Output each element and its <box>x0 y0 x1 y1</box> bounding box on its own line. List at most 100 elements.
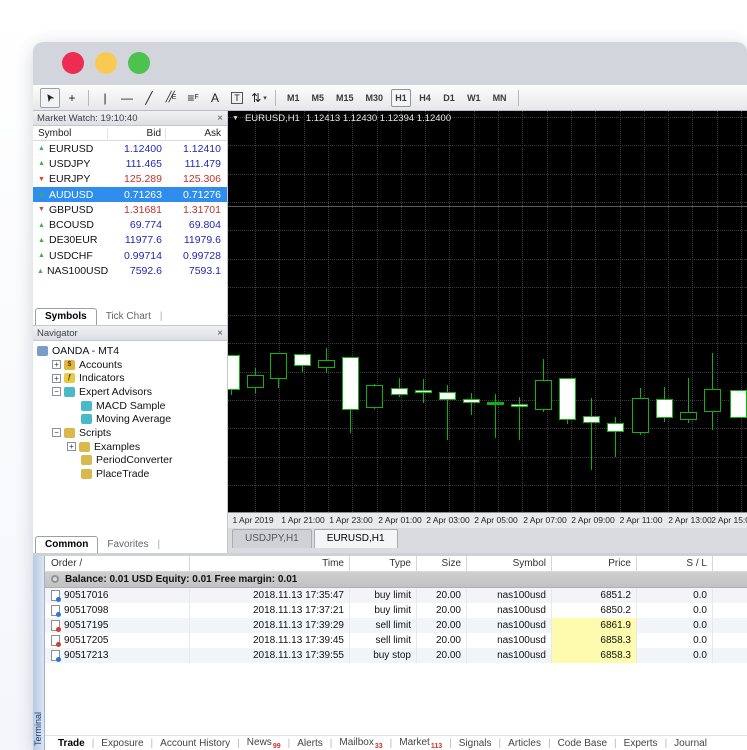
crosshair-tool-button[interactable]: + <box>62 88 82 108</box>
timeframe-w1-button[interactable]: W1 <box>463 89 485 107</box>
timeframe-m5-button[interactable]: M5 <box>308 89 329 107</box>
terminal-side-strip[interactable]: Terminal <box>33 556 45 750</box>
symbol-name: DE30EUR <box>49 234 97 246</box>
navigator-item-expert-advisors[interactable]: −Expert Advisors <box>33 385 227 399</box>
market-watch-row[interactable]: ▼EURJPY125.289125.306 <box>33 172 227 187</box>
chevron-down-icon[interactable]: ▼ <box>232 115 239 122</box>
terminal-tab-mailbox[interactable]: Mailbox33 <box>332 737 389 750</box>
close-window-button[interactable] <box>62 52 84 74</box>
navigator-title: Navigator <box>37 328 78 339</box>
order-row[interactable]: 905172132018.11.13 17:39:55buy stop20.00… <box>45 648 747 663</box>
close-icon[interactable]: × <box>217 328 223 339</box>
close-icon[interactable]: × <box>217 113 223 124</box>
bid-column-header[interactable]: Bid <box>108 128 166 139</box>
grid-line-horizontal <box>228 202 747 203</box>
navigator-item-examples[interactable]: +Examples <box>33 440 227 454</box>
unread-count-badge: 113 <box>431 743 442 750</box>
zoom-window-button[interactable] <box>128 52 150 74</box>
order-row[interactable]: 905171952018.11.13 17:39:29sell limit20.… <box>45 618 747 633</box>
row-spacer <box>713 588 747 603</box>
mt4-window: ➤+|—╱╱╱E≡FAT⇅▾M1M5M15M30H1H4D1W1MN Marke… <box>33 42 747 750</box>
navigator-header[interactable]: Navigator × <box>33 326 227 341</box>
ask-column-header[interactable]: Ask <box>166 128 227 139</box>
expand-icon[interactable]: + <box>52 360 61 369</box>
trendline-tool-button[interactable]: ╱ <box>139 88 159 108</box>
market-watch-header[interactable]: Market Watch: 19:10:40 × <box>33 111 227 126</box>
window-titlebar[interactable] <box>33 42 747 85</box>
expand-icon[interactable]: + <box>52 374 61 383</box>
symbol-column-header[interactable]: Symbol <box>33 128 108 139</box>
order-size: 20.00 <box>417 648 467 663</box>
terminal-tab-code-base[interactable]: Code Base <box>551 738 614 749</box>
terminal-tab-trade[interactable]: Trade <box>51 738 92 749</box>
terminal-tab-journal[interactable]: Journal <box>667 738 714 749</box>
market-watch-row[interactable]: ▲DE30EUR11977.611979.6 <box>33 233 227 248</box>
ask-value: 0.99728 <box>166 250 227 262</box>
candlestick-chart[interactable]: ▼ EURUSD,H1 1.12413 1.12430 1.12394 1.12… <box>228 111 747 512</box>
terminal-tab-signals[interactable]: Signals <box>452 738 499 749</box>
market-watch-row[interactable]: ▲BCOUSD69.77469.804 <box>33 217 227 232</box>
column-header-time[interactable]: Time <box>190 556 350 571</box>
navigator-item-periodconverter[interactable]: PeriodConverter <box>33 454 227 468</box>
collapse-icon[interactable]: − <box>52 387 61 396</box>
market-watch-row[interactable]: ▲USDJPY111.465111.479 <box>33 156 227 171</box>
timeframe-m30-button[interactable]: M30 <box>362 89 388 107</box>
navigator-item-placetrade[interactable]: PlaceTrade <box>33 467 227 481</box>
market-watch-row[interactable]: ▲EURUSD1.124001.12410 <box>33 141 227 156</box>
market-watch-row[interactable]: ▲USDCHF0.997140.99728 <box>33 248 227 263</box>
tab-common[interactable]: Common <box>35 536 98 553</box>
equidistant-channel-tool-button[interactable]: ╱╱E <box>161 88 181 108</box>
timeframe-mn-button[interactable]: MN <box>489 89 511 107</box>
collapse-icon[interactable]: − <box>52 428 61 437</box>
timeframe-h1-button[interactable]: H1 <box>391 89 411 107</box>
arrows-tool-button[interactable]: ⇅▾ <box>249 88 269 108</box>
minimize-window-button[interactable] <box>95 52 117 74</box>
market-watch-row[interactable]: ▲NAS100USD7592.67593.1 <box>33 263 227 278</box>
order-row[interactable]: 905170162018.11.13 17:35:47buy limit20.0… <box>45 588 747 603</box>
navigator-item-macd-sample[interactable]: MACD Sample <box>33 399 227 413</box>
navigator-item-accounts[interactable]: +$Accounts <box>33 358 227 372</box>
terminal-tab-alerts[interactable]: Alerts <box>290 738 330 749</box>
column-header-symbol[interactable]: Symbol <box>467 556 552 571</box>
timeframe-h4-button[interactable]: H4 <box>415 89 435 107</box>
horizontal-line-tool-button[interactable]: — <box>117 88 137 108</box>
chart-tab-usdjpy-h1[interactable]: USDJPY,H1 <box>232 529 312 548</box>
timeframe-d1-button[interactable]: D1 <box>439 89 459 107</box>
navigator-item-oanda-mt4[interactable]: OANDA - MT4 <box>33 344 227 358</box>
terminal-tab-articles[interactable]: Articles <box>501 738 548 749</box>
text-label-tool-button[interactable]: T <box>227 88 247 108</box>
chart-tab-eurusd-h1[interactable]: EURUSD,H1 <box>314 529 398 548</box>
timeframe-m1-button[interactable]: M1 <box>283 89 304 107</box>
terminal-tab-news[interactable]: News99 <box>240 737 288 750</box>
timeframe-m15-button[interactable]: M15 <box>332 89 358 107</box>
order-symbol: nas100usd <box>467 618 552 633</box>
navigator-item-scripts[interactable]: −Scripts <box>33 426 227 440</box>
tab-favorites[interactable]: Favorites <box>98 537 157 553</box>
fibonacci-tool-button[interactable]: ≡F <box>183 88 203 108</box>
column-header-order[interactable]: Order / <box>45 556 190 571</box>
navigator-item-moving-average[interactable]: Moving Average <box>33 412 227 426</box>
expand-icon[interactable]: + <box>67 442 76 451</box>
column-header-price[interactable]: Price <box>552 556 637 571</box>
navigator-item-indicators[interactable]: +ƒIndicators <box>33 371 227 385</box>
market-watch-row[interactable]: ▼GBPUSD1.316811.31701 <box>33 202 227 217</box>
terminal-tab-account-history[interactable]: Account History <box>153 738 237 749</box>
order-row[interactable]: 905170982018.11.13 17:37:21buy limit20.0… <box>45 603 747 618</box>
terminal-tab-market[interactable]: Market113 <box>392 737 449 750</box>
cursor-tool-button[interactable]: ➤ <box>40 88 60 108</box>
terminal-tab-experts[interactable]: Experts <box>617 738 665 749</box>
column-header-type[interactable]: Type <box>350 556 417 571</box>
tab-symbols[interactable]: Symbols <box>35 308 97 325</box>
column-header-sl[interactable]: S / L <box>637 556 713 571</box>
column-header-size[interactable]: Size <box>417 556 467 571</box>
vertical-line-tool-button[interactable]: | <box>95 88 115 108</box>
tab-tick-chart[interactable]: Tick Chart <box>97 309 160 325</box>
order-price: 6861.9 <box>552 618 637 633</box>
market-watch-row[interactable]: ▲AUDUSD0.712630.71276 <box>33 187 227 202</box>
time-axis: 1 Apr 20191 Apr 21:001 Apr 23:002 Apr 01… <box>228 512 747 528</box>
order-row[interactable]: 905172052018.11.13 17:39:45sell limit20.… <box>45 633 747 648</box>
trendline-icon: ╱ <box>145 91 152 105</box>
grid-line-vertical <box>717 111 718 512</box>
terminal-tab-exposure[interactable]: Exposure <box>94 738 150 749</box>
text-tool-button[interactable]: A <box>205 88 225 108</box>
